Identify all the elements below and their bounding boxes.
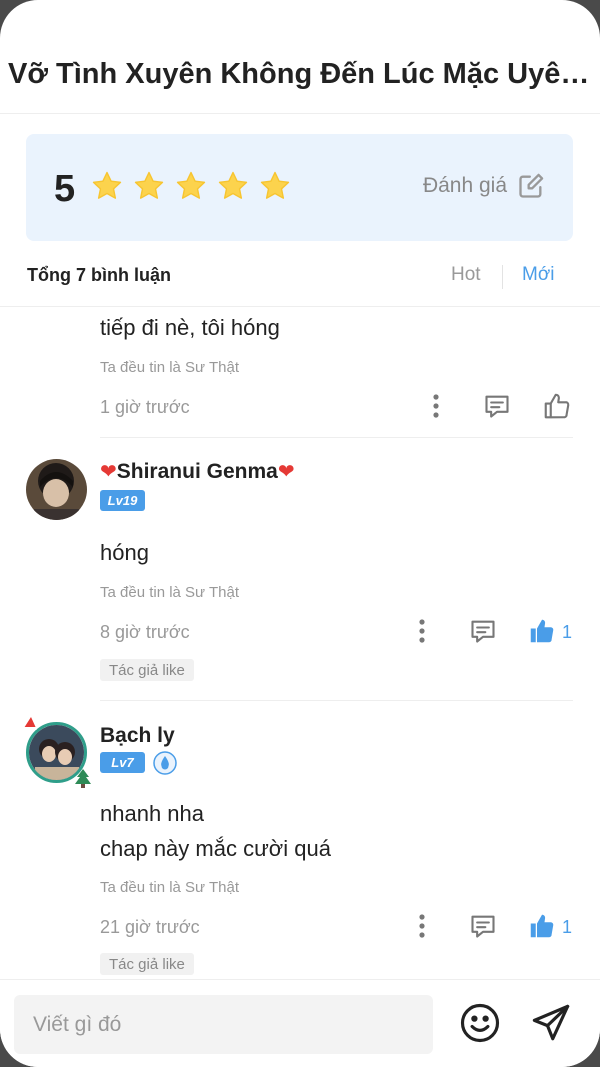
star-icon (90, 169, 124, 203)
comment-list[interactable]: tiếp đi nè, tôi hóng Ta đều tin là Sư Th… (0, 307, 600, 979)
like-count: 1 (562, 622, 573, 642)
comment-text-line: nhanh nha (100, 801, 204, 826)
comment-total: Tổng 7 bình luận (27, 265, 171, 285)
more-options-icon[interactable] (411, 913, 433, 939)
heart-icon: ❤ (100, 461, 117, 483)
rating-score: 5 (54, 168, 76, 210)
tree-icon (72, 768, 94, 795)
sort-divider (502, 265, 503, 289)
sort-hot-tab[interactable]: Hot (451, 264, 481, 286)
user-subtitle: Ta đều tin là Sư Thật (100, 359, 240, 376)
reply-icon[interactable] (469, 617, 497, 645)
comment-time: 8 giờ trước (100, 622, 190, 642)
level-badge: Lv19 (100, 490, 145, 511)
star-icon (132, 169, 166, 203)
star-icon (216, 169, 250, 203)
rating-stars (90, 169, 292, 203)
username-text: Shiranui Genma (116, 460, 278, 483)
send-icon[interactable] (530, 1002, 572, 1049)
divider (0, 113, 600, 114)
comment-text: tiếp đi nè, tôi hóng (100, 315, 280, 340)
username[interactable]: Bạch ly (100, 724, 175, 748)
star-icon (258, 169, 292, 203)
more-options-icon[interactable] (411, 618, 433, 644)
comment-text-line: chap này mắc cười quá (100, 836, 331, 861)
user-subtitle: Ta đều tin là Sư Thật (100, 584, 240, 601)
username[interactable]: ❤Shiranui Genma❤ (100, 459, 295, 484)
star-icon (174, 169, 208, 203)
avatar[interactable] (26, 459, 87, 520)
edit-icon (517, 172, 545, 200)
comment-text: hóng (100, 540, 149, 565)
rate-button[interactable]: Đánh giá (423, 172, 545, 200)
comment-summary-row: Tổng 7 bình luận Hot Mới (0, 252, 600, 300)
rating-box: 5 Đánh giá (26, 134, 573, 241)
comment-composer (0, 979, 600, 1067)
comment-item: ❤Shiranui Genma❤ Lv19 hóng Ta đều tin là… (0, 438, 600, 701)
comment-time: 21 giờ trước (100, 917, 200, 937)
reply-icon[interactable] (469, 912, 497, 940)
emoji-icon[interactable] (459, 1002, 501, 1049)
rate-button-label: Đánh giá (422, 174, 507, 197)
sort-new-tab[interactable]: Mới (522, 264, 555, 286)
like-count: 1 (562, 917, 573, 937)
comment-input[interactable] (14, 995, 433, 1054)
author-like-tag: Tác giả like (100, 659, 194, 681)
comments-sheet: Vỡ Tình Xuyên Không Đến Lúc Mặc Uyên C..… (0, 0, 600, 1067)
page-title: Vỡ Tình Xuyên Không Đến Lúc Mặc Uyên C..… (8, 58, 598, 90)
reply-icon[interactable] (483, 392, 511, 420)
more-options-icon[interactable] (425, 393, 447, 419)
heart-icon: ❤ (277, 461, 295, 483)
level-badge: Lv7 (100, 752, 145, 773)
user-subtitle: Ta đều tin là Sư Thật (100, 879, 240, 896)
comment-time: 1 giờ trước (100, 397, 190, 417)
author-like-tag: Tác giả like (100, 953, 194, 975)
liked-icon[interactable] (527, 911, 557, 941)
santa-hat-icon (22, 715, 37, 730)
liked-icon[interactable] (527, 616, 557, 646)
comment-item: Bạch ly Lv7 nhanh nha chap này mắc cười … (0, 700, 600, 979)
droplet-badge-icon (153, 751, 177, 775)
comment-item: tiếp đi nè, tôi hóng Ta đều tin là Sư Th… (0, 307, 600, 438)
like-icon[interactable] (542, 391, 572, 421)
